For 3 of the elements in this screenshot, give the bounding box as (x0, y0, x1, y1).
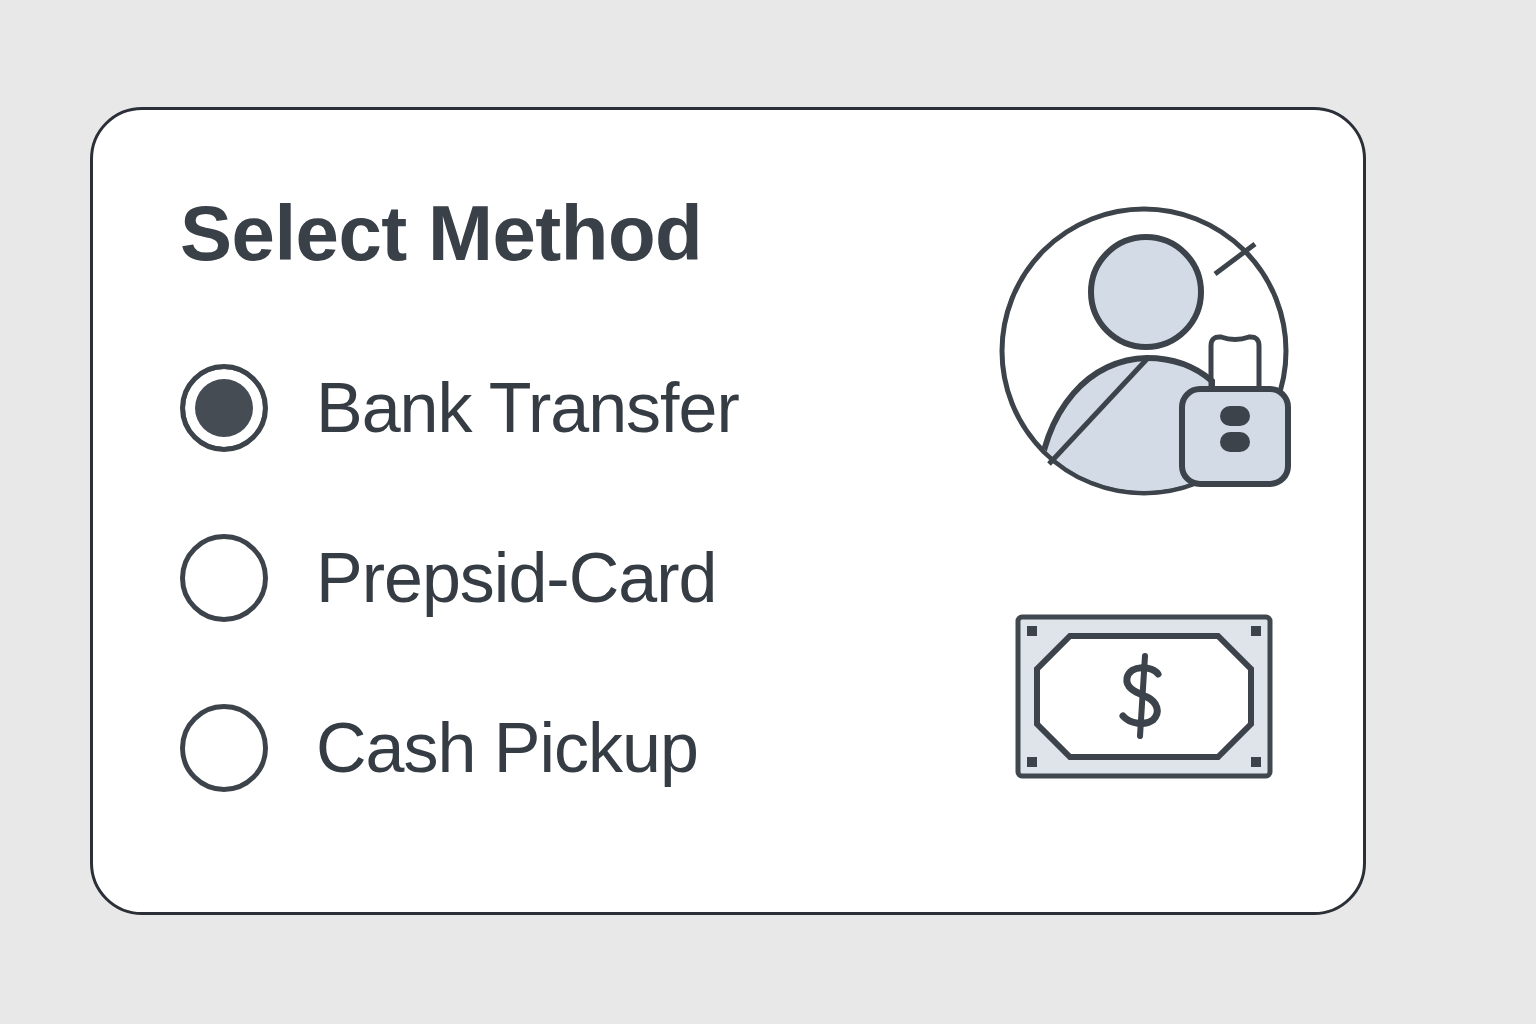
banknote-icon (1015, 614, 1273, 779)
card-title: Select Method (180, 194, 704, 272)
option-label[interactable]: Bank Transfer (316, 373, 739, 443)
